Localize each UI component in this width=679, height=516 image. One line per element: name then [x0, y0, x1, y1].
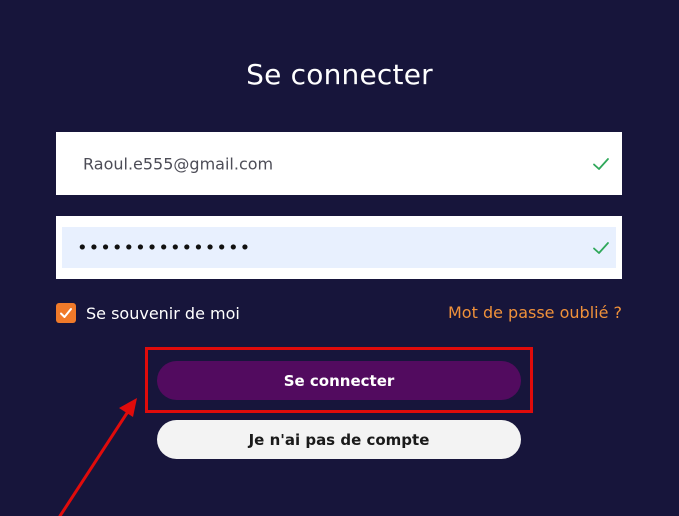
forgot-password-link[interactable]: Mot de passe oublié ?	[448, 303, 622, 322]
annotation-highlight-box	[145, 347, 533, 413]
checkmark-icon	[60, 308, 72, 318]
email-field[interactable]: Raoul.e555@gmail.com	[56, 132, 622, 195]
remember-me[interactable]: Se souvenir de moi	[56, 302, 240, 324]
page-title: Se connecter	[246, 58, 433, 91]
check-icon	[593, 241, 609, 254]
no-account-button[interactable]: Je n'ai pas de compte	[157, 420, 521, 459]
check-icon	[593, 157, 609, 170]
remember-label: Se souvenir de moi	[86, 303, 240, 323]
password-field[interactable]: •••••••••••••••	[56, 216, 622, 279]
password-input-value[interactable]: •••••••••••••••	[77, 237, 251, 258]
email-input-value[interactable]: Raoul.e555@gmail.com	[83, 154, 273, 173]
remember-checkbox[interactable]	[56, 303, 76, 323]
email-input-area[interactable]: Raoul.e555@gmail.com	[62, 143, 616, 184]
password-input-area[interactable]: •••••••••••••••	[62, 227, 616, 268]
